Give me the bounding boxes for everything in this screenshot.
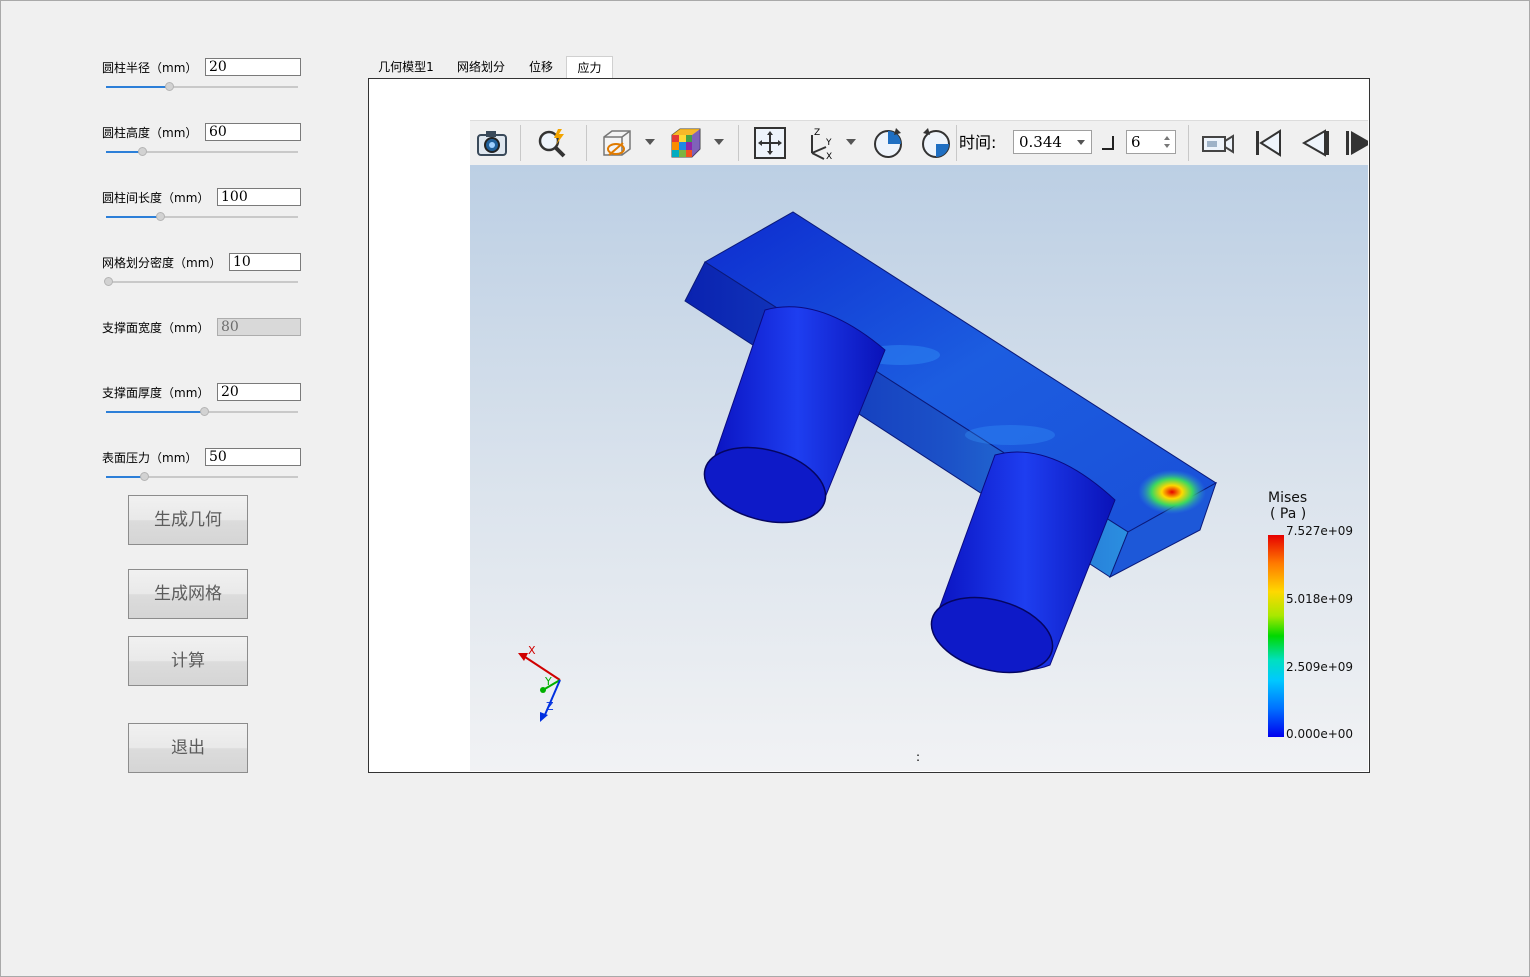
compute-button[interactable]: 计算 xyxy=(128,636,248,686)
exit-button[interactable]: 退出 xyxy=(128,723,248,773)
next-frame-icon[interactable] xyxy=(1344,125,1368,161)
slider-handle[interactable] xyxy=(155,212,165,221)
slider-handle[interactable] xyxy=(199,407,209,416)
slider-handle[interactable] xyxy=(140,472,150,481)
legend-tick-min: 0.000e+00 xyxy=(1286,727,1354,741)
legend-tick-max: 7.527e+09 xyxy=(1286,524,1354,538)
tab-stress[interactable]: 应力 xyxy=(566,56,613,78)
timestep-spinbox[interactable]: 6 xyxy=(1126,130,1176,154)
slider-handle[interactable] xyxy=(103,277,113,286)
tab-geometry-model[interactable]: 几何模型1 xyxy=(372,56,440,78)
time-label: 时间: xyxy=(959,133,997,152)
stress-hotspot xyxy=(1138,470,1206,514)
cylinder-spacing-input[interactable]: 100 xyxy=(217,188,301,206)
legend-unit: ( Pa ) xyxy=(1270,506,1307,522)
cylinder-height-slider[interactable] xyxy=(106,146,298,158)
chevron-down-icon xyxy=(1077,140,1085,145)
svg-text:Z: Z xyxy=(814,128,820,138)
surface-pressure-slider[interactable] xyxy=(106,471,298,483)
cylinder-height-input[interactable]: 60 xyxy=(205,123,301,141)
svg-text:X: X xyxy=(826,152,832,161)
svg-text:Z: Z xyxy=(546,700,554,713)
support-thickness-label: 支撑面厚度（mm） xyxy=(102,386,210,400)
timestep-value: 6 xyxy=(1131,133,1141,151)
svg-text:Y: Y xyxy=(544,675,552,688)
support-thickness-input[interactable]: 20 xyxy=(217,383,301,401)
svg-text:X: X xyxy=(528,644,536,657)
cylinder-radius-label: 圆柱半径（mm） xyxy=(102,61,198,75)
slider-handle[interactable] xyxy=(138,147,148,156)
stress-model-render: X Y Z xyxy=(518,211,1217,722)
cylinder-spacing-label: 圆柱间长度（mm） xyxy=(102,191,210,205)
generate-geometry-button[interactable]: 生成几何 xyxy=(128,495,248,545)
zoom-to-data-icon[interactable] xyxy=(534,125,570,161)
stress-3d-viewport[interactable]: X Y Z Mises ( Pa ) 7.527e+09 5.018e+09 2… xyxy=(470,165,1368,771)
orientation-axes: X Y Z xyxy=(518,644,561,722)
slider-handle[interactable] xyxy=(165,82,175,91)
cylinder-height-label: 圆柱高度（mm） xyxy=(102,126,198,140)
spin-down-icon[interactable] xyxy=(1164,144,1170,148)
viewer-toolbar: ZYX 时间: 0.344 6 xyxy=(470,120,1368,165)
svg-text:Y: Y xyxy=(825,138,832,148)
spin-up-icon[interactable] xyxy=(1164,136,1170,140)
reset-camera-icon[interactable] xyxy=(752,125,788,161)
time-value: 0.344 xyxy=(1019,133,1062,151)
tab-displacement[interactable]: 位移 xyxy=(520,56,562,78)
tab-mesh[interactable]: 网络划分 xyxy=(448,56,514,78)
legend-tick: 2.509e+09 xyxy=(1286,660,1354,674)
support-thickness-slider[interactable] xyxy=(106,406,298,418)
record-icon[interactable] xyxy=(1200,125,1236,161)
previous-frame-icon[interactable] xyxy=(1298,125,1334,161)
step-marker-icon xyxy=(1102,136,1114,150)
generate-mesh-button[interactable]: 生成网格 xyxy=(128,569,248,619)
cylinder-radius-slider[interactable] xyxy=(106,81,298,93)
cylinder-radius-input[interactable]: 20 xyxy=(205,58,301,76)
mesh-density-slider[interactable] xyxy=(103,276,298,288)
legend-tick: 5.018e+09 xyxy=(1286,592,1354,606)
rotate-cw-icon[interactable] xyxy=(870,125,906,161)
axes-orientation-icon[interactable]: ZYX xyxy=(802,125,838,162)
first-frame-icon[interactable] xyxy=(1250,125,1286,161)
surface-pressure-label: 表面压力（mm） xyxy=(102,451,198,465)
mesh-density-input[interactable]: 10 xyxy=(229,253,301,271)
viewport-status-text: : xyxy=(916,750,921,764)
legend-title: Mises xyxy=(1268,490,1308,506)
rotate-ccw-icon[interactable] xyxy=(918,125,954,161)
surface-pressure-input[interactable]: 50 xyxy=(205,448,301,466)
support-width-input: 80 xyxy=(217,318,301,336)
time-select[interactable]: 0.344 xyxy=(1013,130,1092,154)
camera-icon[interactable] xyxy=(474,125,510,161)
toggle-visibility-icon[interactable] xyxy=(598,125,634,161)
mesh-density-label: 网格划分密度（mm） xyxy=(102,256,222,270)
support-width-label: 支撑面宽度（mm） xyxy=(102,321,210,335)
cylinder-spacing-slider[interactable] xyxy=(106,211,298,223)
stress-colorbar xyxy=(1268,535,1284,737)
color-cube-icon[interactable] xyxy=(668,125,704,161)
